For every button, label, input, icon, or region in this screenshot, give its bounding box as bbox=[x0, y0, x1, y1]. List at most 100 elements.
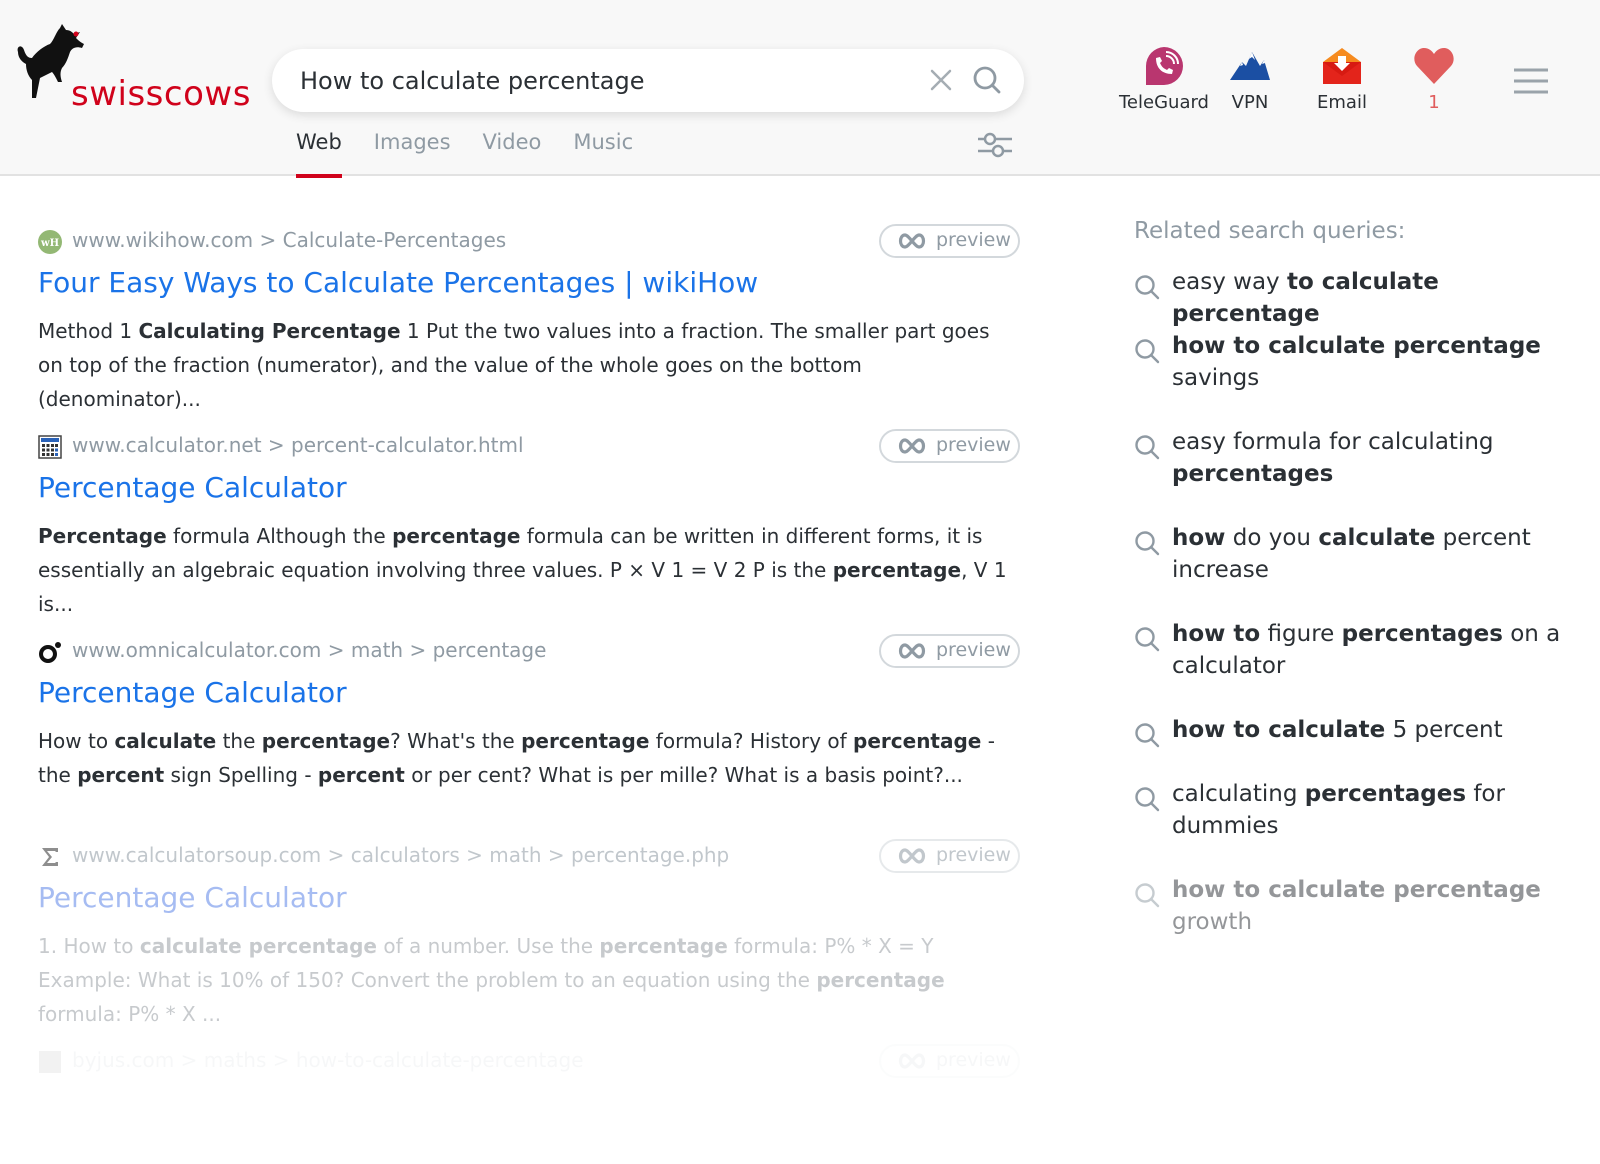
preview-label: preview bbox=[936, 1049, 1011, 1071]
search-icon bbox=[1135, 883, 1160, 908]
highlight-term: percentage bbox=[832, 558, 962, 582]
highlight-term: calculate percentage bbox=[139, 934, 377, 958]
result-url[interactable]: www.calculatorsoup.com > calculators > m… bbox=[72, 843, 729, 867]
result-snippet: How to calculate the percentage? What's … bbox=[38, 724, 1018, 792]
wikihow-icon: wH bbox=[38, 230, 62, 254]
preview-label: preview bbox=[936, 229, 1011, 251]
highlight-term: calculate bbox=[1318, 525, 1436, 551]
preview-button[interactable]: preview bbox=[879, 839, 1020, 873]
calculator-icon bbox=[38, 435, 62, 459]
text-run: growth bbox=[1172, 909, 1253, 935]
preview-button[interactable]: preview bbox=[879, 1044, 1020, 1078]
filter-sliders-icon[interactable] bbox=[976, 130, 1014, 162]
result-title[interactable]: Percentage Calculator bbox=[38, 676, 347, 709]
preview-label: preview bbox=[936, 639, 1011, 661]
heart-icon bbox=[1414, 48, 1454, 84]
vpn-link[interactable]: VPN bbox=[1200, 44, 1300, 113]
text-run: formula? History of bbox=[649, 729, 854, 753]
preview-label: preview bbox=[936, 844, 1011, 866]
related-query-text: easy formula for calculating percentages bbox=[1172, 426, 1572, 490]
search-input[interactable] bbox=[300, 49, 900, 112]
text-run: the bbox=[216, 729, 262, 753]
favorites-link[interactable]: 1 bbox=[1384, 44, 1484, 113]
omnicalculator-icon bbox=[39, 642, 61, 663]
email-label: Email bbox=[1317, 92, 1367, 113]
clear-search-icon[interactable] bbox=[928, 67, 954, 93]
text-run: Method 1 bbox=[38, 319, 139, 343]
teleguard-link[interactable]: TeleGuard bbox=[1114, 44, 1214, 113]
text-run: do you bbox=[1225, 525, 1319, 551]
result-title[interactable]: Four Easy Ways to Calculate Percentages … bbox=[38, 266, 758, 299]
text-run: 1. How to bbox=[38, 934, 140, 958]
related-query-text: how to figure percentages on a calculato… bbox=[1172, 618, 1572, 682]
svg-text:wH: wH bbox=[40, 238, 59, 249]
related-query-text: easy way to calculate percentage bbox=[1172, 266, 1572, 330]
vpn-label: VPN bbox=[1231, 92, 1269, 113]
infinity-icon bbox=[898, 643, 926, 659]
highlight-term: Percentage bbox=[38, 524, 167, 548]
related-query-text: how to calculate 5 percent bbox=[1172, 714, 1572, 746]
infinity-icon bbox=[898, 848, 926, 864]
swisscows-logo[interactable]: swisscows bbox=[10, 22, 250, 114]
result-snippet: Method 1 Calculating Percentage 1 Put th… bbox=[38, 314, 1018, 416]
highlight-term: percentage bbox=[521, 729, 650, 753]
tab-web[interactable]: Web bbox=[296, 128, 342, 178]
highlight-term: percent bbox=[77, 763, 165, 787]
highlight-term: percentage bbox=[599, 934, 728, 958]
infinity-icon bbox=[898, 233, 926, 249]
text-run: figure bbox=[1260, 621, 1342, 647]
sigma-icon bbox=[42, 848, 58, 866]
highlight-term: percentage bbox=[853, 729, 982, 753]
text-run: 5 percent bbox=[1385, 717, 1503, 743]
text-run: sign Spelling - bbox=[164, 763, 318, 787]
search-icon[interactable] bbox=[972, 65, 1002, 95]
search-icon bbox=[1135, 339, 1160, 364]
related-query-text: how do you calculate percent increase bbox=[1172, 522, 1572, 586]
highlight-term: Calculating Percentage bbox=[138, 319, 401, 343]
text-run: or per cent? What is per mille? What is … bbox=[404, 763, 963, 787]
result-title[interactable]: Percentage Calculator bbox=[38, 471, 347, 504]
text-run: ? What's the bbox=[390, 729, 522, 753]
email-link[interactable]: Email bbox=[1292, 44, 1392, 113]
search-icon bbox=[1135, 275, 1160, 300]
tab-video[interactable]: Video bbox=[483, 128, 542, 176]
related-query-text: how to calculate percentage growth bbox=[1172, 874, 1572, 938]
related-query-text: calculating percentages for dummies bbox=[1172, 778, 1572, 842]
vpn-mountain-icon bbox=[1230, 52, 1270, 80]
preview-button[interactable]: preview bbox=[879, 429, 1020, 463]
tab-music[interactable]: Music bbox=[573, 128, 633, 176]
hamburger-menu-icon[interactable] bbox=[1512, 66, 1550, 96]
header: swisscows Web Images Video Music TeleGua… bbox=[0, 0, 1600, 178]
result-url[interactable]: www.wikihow.com > Calculate-Percentages bbox=[72, 228, 506, 252]
preview-button[interactable]: preview bbox=[879, 224, 1020, 258]
related-heading: Related search queries: bbox=[1134, 218, 1406, 244]
result-url[interactable]: www.omnicalculator.com > math > percenta… bbox=[72, 638, 546, 662]
result-snippet: Percentage formula Although the percenta… bbox=[38, 519, 1018, 621]
email-icon bbox=[1323, 48, 1361, 84]
text-run: savings bbox=[1172, 365, 1260, 391]
highlight-term: calculate bbox=[114, 729, 217, 753]
search-tabs: Web Images Video Music bbox=[296, 128, 665, 178]
search-icon bbox=[1135, 627, 1160, 652]
preview-button[interactable]: preview bbox=[879, 634, 1020, 668]
teleguard-label: TeleGuard bbox=[1119, 92, 1209, 113]
text-run: easy formula for calculating bbox=[1172, 429, 1494, 455]
text-run: How to bbox=[38, 729, 115, 753]
highlight-term: percentages bbox=[1304, 781, 1467, 807]
related-query-text: how to calculate percentage savings bbox=[1172, 330, 1572, 394]
search-icon bbox=[1135, 531, 1160, 556]
infinity-icon bbox=[898, 438, 926, 454]
teleguard-icon bbox=[1146, 47, 1183, 85]
result-url[interactable]: byjus.com > maths > how-to-calculate-per… bbox=[72, 1048, 584, 1072]
highlight-term: percent bbox=[317, 763, 405, 787]
logo-wordmark: swisscows bbox=[71, 74, 251, 114]
result-title[interactable]: Percentage Calculator bbox=[38, 881, 347, 914]
highlight-term: percentage bbox=[392, 524, 521, 548]
text-run: calculating bbox=[1172, 781, 1305, 807]
result-url[interactable]: www.calculator.net > percent-calculator.… bbox=[72, 433, 524, 457]
search-box bbox=[272, 49, 1024, 112]
highlight-term: how bbox=[1172, 525, 1226, 551]
tab-images[interactable]: Images bbox=[374, 128, 451, 176]
highlight-term: percentage bbox=[261, 729, 391, 753]
highlight-term: how to calculate bbox=[1172, 717, 1386, 743]
